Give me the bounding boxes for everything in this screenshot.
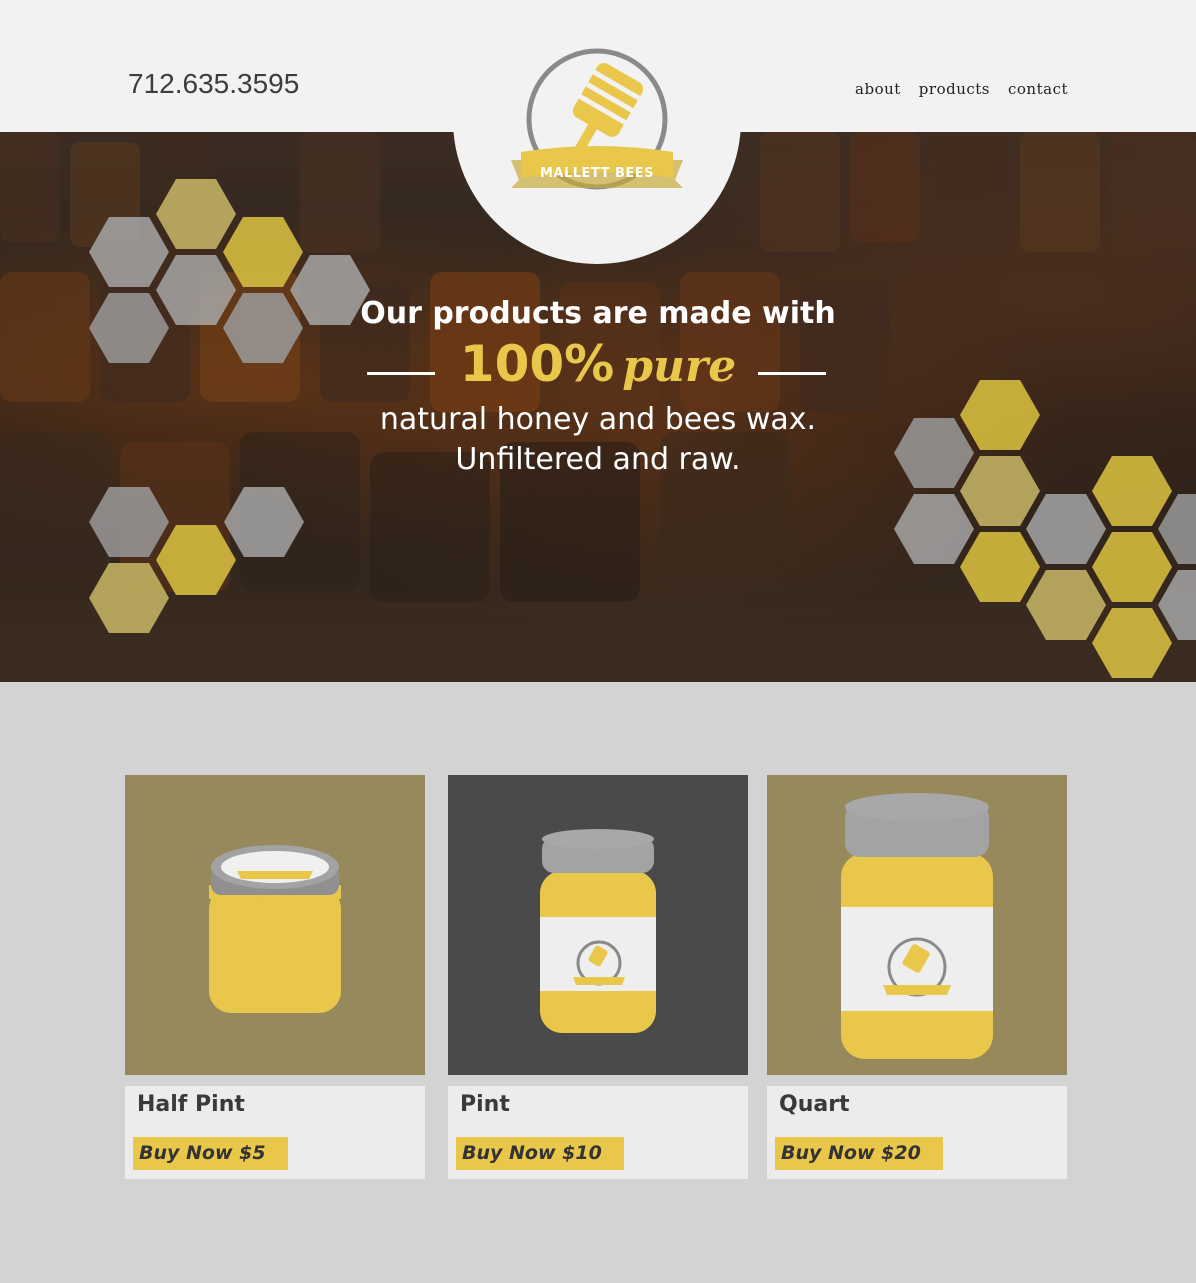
right-rule [758,372,826,375]
hero-line-1: Our products are made with [360,296,836,331]
product-name: Quart [779,1092,850,1117]
product-info: Pint Buy Now $10 [448,1086,748,1179]
product-image[interactable] [125,775,425,1075]
phone-number[interactable]: 712.635.3595 [128,68,299,100]
buy-now-button[interactable]: Buy Now $10 [456,1137,624,1170]
honey-dipper-icon [511,48,683,190]
hero-percent: 100% [459,335,615,393]
hero-line-4: Unfiltered and raw. [455,442,741,477]
buy-now-button[interactable]: Buy Now $5 [133,1137,288,1170]
logo[interactable]: MALLETT BEES [453,0,741,264]
pint-jar-icon [540,829,656,1033]
product-info: Half Pint Buy Now $5 [125,1086,425,1179]
half-pint-jar-icon [209,845,341,1013]
quart-jar-icon [841,793,993,1059]
product-image[interactable] [767,775,1067,1075]
hero-pure: pure [622,341,737,392]
logo-text: MALLETT BEES [539,166,655,181]
product-list: Half Pint Buy Now $5 Pint Buy Now $10 Qu… [125,775,1067,1179]
hero-message: Our products are made with 100% pure natu… [0,296,1196,479]
left-rule [367,372,435,375]
product-card-half-pint: Half Pint Buy Now $5 [125,775,425,1179]
product-name: Half Pint [137,1092,245,1117]
product-card-quart: Quart Buy Now $20 [767,775,1067,1179]
main-nav: about products contact [855,80,1068,98]
product-card-pint: Pint Buy Now $10 [448,775,748,1179]
product-name: Pint [460,1092,510,1117]
buy-now-button[interactable]: Buy Now $20 [775,1137,943,1170]
product-info: Quart Buy Now $20 [767,1086,1067,1179]
product-image[interactable] [448,775,748,1075]
nav-contact-link[interactable]: contact [1008,80,1068,98]
nav-products-link[interactable]: products [919,80,990,98]
hero-line-3: natural honey and bees wax. [379,402,817,437]
hero-line-2: 100% pure [0,335,1196,399]
nav-about-link[interactable]: about [855,80,901,98]
